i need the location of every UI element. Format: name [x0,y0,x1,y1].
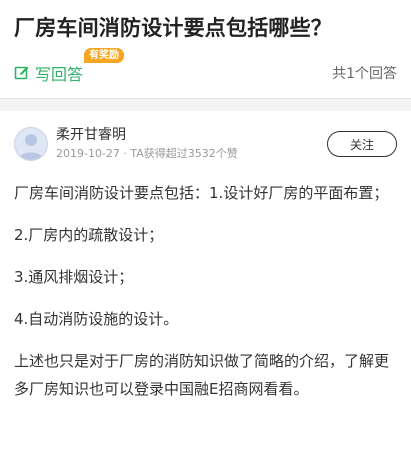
answer-paragraph: 上述也只是对于厂房的消防知识做了简略的介绍，了解更多厂房知识也可以登录中国融E招… [14,352,390,398]
answer-paragraph: 2.厂房内的疏散设计； [14,226,164,244]
user-avatar-icon[interactable] [14,127,48,161]
author-meta: 2019-10-27 · TA获得超过3532个赞 [56,147,238,160]
author-row: 柔开甘睿明 2019-10-27 · TA获得超过3532个赞 关注 [14,111,397,171]
answer-paragraph: 厂房车间消防设计要点包括：1.设计好厂房的平面布置； [14,184,389,202]
answer-body: 厂房车间消防设计要点包括：1.设计好厂房的平面布置； 2.厂房内的疏散设计； 3… [14,179,397,403]
question-meta: 写回答 有奖励 共1个回答 [14,48,397,86]
answer-paragraph: 3.通风排烟设计； [14,268,134,286]
question-header: 厂房车间消防设计要点包括哪些？ 写回答 有奖励 共1个回答 [0,0,411,86]
page: 厂房车间消防设计要点包括哪些？ 写回答 有奖励 共1个回答 柔开甘睿明 2019… [0,0,411,458]
edit-icon [14,65,30,81]
answer-paragraph: 4.自动消防设施的设计。 [14,310,179,328]
author-info: 柔开甘睿明 2019-10-27 · TA获得超过3532个赞 [56,126,327,162]
write-answer-button[interactable]: 写回答 有奖励 [14,48,124,85]
question-title: 厂房车间消防设计要点包括哪些？ [14,16,332,40]
reward-badge: 有奖励 [84,48,124,63]
answer-card: 柔开甘睿明 2019-10-27 · TA获得超过3532个赞 关注 厂房车间消… [0,111,411,417]
answer-count[interactable]: 共1个回答 [332,63,397,83]
section-divider [0,98,411,111]
write-answer-label: 写回答 [35,65,84,84]
follow-button[interactable]: 关注 [327,131,397,157]
author-name[interactable]: 柔开甘睿明 [56,126,327,144]
